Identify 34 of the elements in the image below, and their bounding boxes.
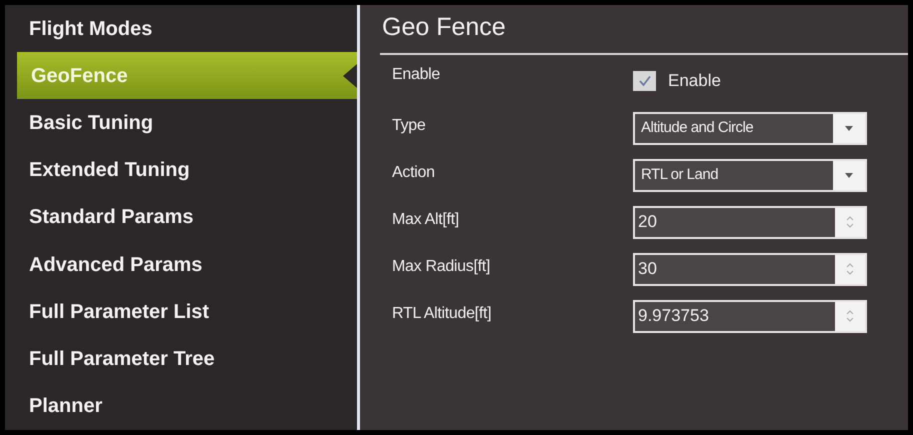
number-field[interactable]: 20 — [633, 206, 867, 238]
spin-arrows-icon — [846, 262, 854, 276]
field-label: Action — [391, 162, 436, 182]
sidebar-item[interactable]: Standard Params — [5, 194, 357, 242]
caret-down-icon — [845, 172, 853, 178]
sidebar-item[interactable]: Advanced Params — [5, 241, 357, 288]
spin-arrows-icon — [846, 215, 854, 229]
number-value: 9.973753 — [637, 305, 710, 328]
number-value: 30 — [637, 258, 658, 280]
dropdown-value: Altitude and Circle — [640, 118, 754, 138]
sidebar-item[interactable]: Flight Modes — [5, 5, 357, 52]
check-icon — [638, 75, 652, 87]
field-label: Enable — [391, 64, 442, 84]
field-label: Type — [391, 116, 426, 136]
spin-arrows-icon — [846, 309, 854, 323]
sidebar-item[interactable]: Full Parameter Tree — [5, 336, 357, 383]
number-field[interactable]: 9.973753 — [633, 300, 867, 332]
field-label: Max Radius[ft] — [391, 256, 492, 276]
checkbox[interactable] — [633, 71, 656, 91]
field-label: RTL Altitude[ft] — [391, 304, 492, 324]
checkbox-label: Enable — [668, 70, 721, 92]
sidebar-item[interactable]: Full Parameter List — [5, 288, 357, 336]
sidebar-item[interactable]: Planner — [5, 382, 357, 430]
number-value: 20 — [637, 211, 658, 234]
field-label: Max Alt[ft] — [391, 210, 460, 230]
panel-title: Geo Fence — [380, 9, 908, 54]
dropdown[interactable]: Altitude and Circle — [633, 112, 867, 144]
number-field[interactable]: 30 — [633, 252, 867, 286]
sidebar-item[interactable]: Extended Tuning — [5, 146, 357, 194]
pointer-notch-icon — [343, 64, 357, 88]
sidebar-item[interactable]: Basic Tuning — [5, 99, 357, 147]
dropdown-value: RTL or Land — [640, 164, 720, 185]
caret-down-icon — [845, 126, 853, 130]
dropdown[interactable]: RTL or Land — [633, 158, 867, 192]
